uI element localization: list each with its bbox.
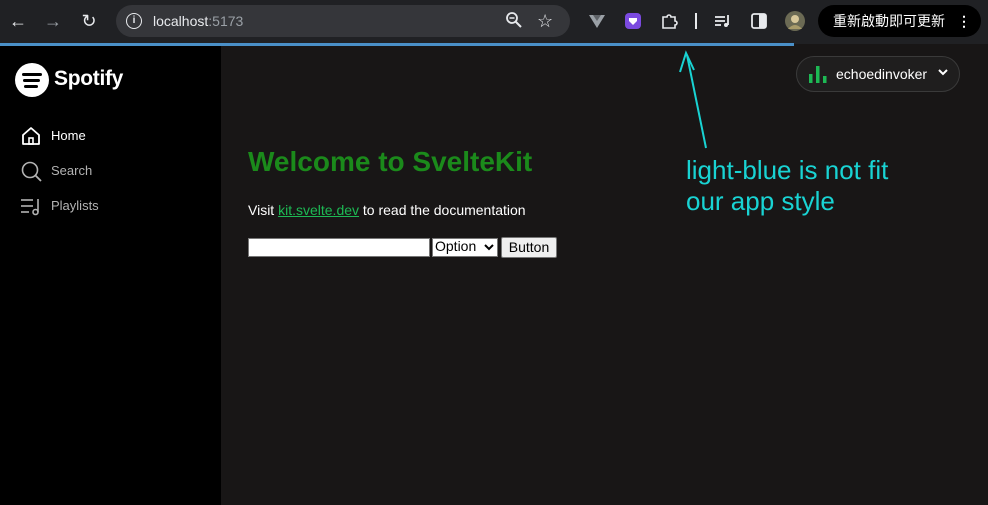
intro-paragraph: Visit kit.svelte.dev to read the documen… xyxy=(248,202,526,218)
forward-icon[interactable]: → xyxy=(42,10,64,32)
brand-name: Spotify xyxy=(54,67,124,90)
side-panel-icon[interactable] xyxy=(749,11,769,31)
sidebar-item-label: Home xyxy=(51,128,86,143)
extension-purple-icon[interactable] xyxy=(623,11,643,31)
action-button[interactable]: Button xyxy=(501,237,557,258)
reload-icon[interactable]: ↻ xyxy=(78,10,100,32)
username: echoedinvoker xyxy=(836,66,928,82)
sidebar-item-label: Playlists xyxy=(51,198,99,213)
equalizer-bars-icon xyxy=(809,66,827,83)
zoom-icon[interactable] xyxy=(505,11,523,35)
bookmark-star-icon[interactable]: ☆ xyxy=(537,11,553,31)
toolbar-divider xyxy=(695,13,697,29)
spotify-logo-icon xyxy=(15,63,49,97)
media-control-icon[interactable] xyxy=(713,11,733,31)
user-menu-button[interactable]: echoedinvoker xyxy=(796,56,960,92)
browser-toolbar: ← → ↻ i localhost:5173 ☆ 重新啟動即可更新 ⋮ xyxy=(0,0,988,44)
chevron-down-icon xyxy=(484,238,494,258)
home-icon xyxy=(22,127,40,145)
docs-link[interactable]: kit.svelte.dev xyxy=(278,202,359,218)
option-select[interactable]: Option xyxy=(432,238,498,257)
sidebar: Spotify Home Search Playlists xyxy=(0,46,221,505)
back-icon[interactable]: ← xyxy=(7,10,29,32)
annotation-note: light-blue is not fit our app style xyxy=(686,155,889,216)
profile-avatar-icon[interactable] xyxy=(784,10,805,31)
site-info-icon[interactable]: i xyxy=(126,13,142,29)
vue-devtools-icon[interactable] xyxy=(587,11,607,31)
text-input[interactable] xyxy=(248,238,430,257)
page-title: Welcome to SvelteKit xyxy=(248,146,533,177)
search-icon xyxy=(21,161,42,182)
playlists-icon xyxy=(21,199,39,216)
sidebar-item-label: Search xyxy=(51,163,93,178)
chevron-down-icon xyxy=(937,66,949,81)
extensions-puzzle-icon[interactable] xyxy=(659,11,679,31)
url-text: localhost:5173 xyxy=(153,13,244,29)
update-restart-button[interactable]: 重新啟動即可更新 ⋮ xyxy=(818,5,981,37)
address-bar[interactable]: i localhost:5173 ☆ xyxy=(116,5,570,37)
main-content: echoedinvoker Welcome to SvelteKit Visit… xyxy=(221,46,988,505)
menu-dots-icon[interactable]: ⋮ xyxy=(957,5,971,37)
